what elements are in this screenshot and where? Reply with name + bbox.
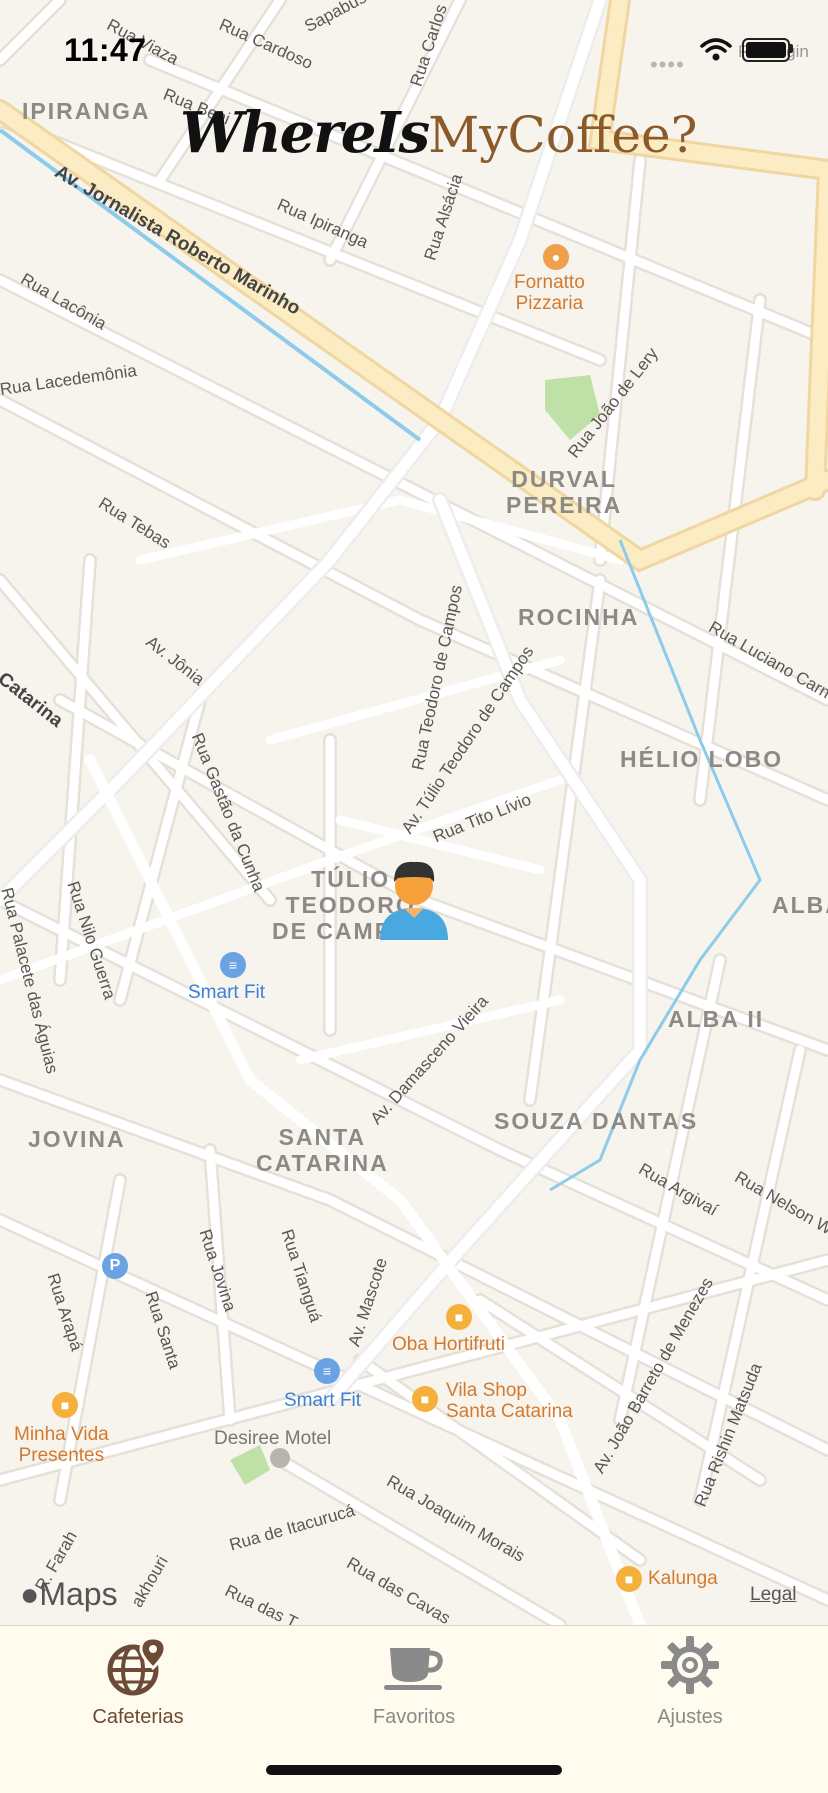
neighborhood-durval-pereira: DURVAL PEREIRA [506, 466, 623, 518]
grocery-pin-icon[interactable]: ■ [446, 1304, 472, 1330]
neighborhood-rocinha: ROCINHA [518, 604, 640, 630]
gear-icon [659, 1634, 721, 1701]
poi-vila-shop[interactable]: Vila Shop Santa Catarina [446, 1380, 573, 1422]
app-title: WhereIsMyCoffee? [180, 98, 697, 170]
neighborhood-ipiranga: IPIRANGA [22, 98, 151, 124]
tab-favoritos[interactable]: Favoritos [276, 1626, 552, 1746]
coffee-cup-icon [382, 1644, 446, 1697]
apple-maps-logo: ●Maps [20, 1576, 118, 1612]
tab-ajustes[interactable]: Ajustes [552, 1626, 828, 1746]
motel-pin-icon[interactable] [270, 1448, 290, 1468]
neighborhood-helio-lobo: HÉLIO LOBO [620, 746, 784, 772]
home-indicator[interactable] [266, 1765, 562, 1775]
neighborhood-souza-dantas: SOUZA DANTAS [494, 1108, 699, 1134]
neighborhood-alba-ii: ALBA II [668, 1006, 765, 1032]
parking-pin-icon[interactable]: P [102, 1253, 128, 1279]
battery-icon [742, 38, 790, 62]
poi-minha-vida[interactable]: Minha Vida Presentes [14, 1424, 109, 1466]
neighborhood-jovina: JOVINA [28, 1126, 126, 1152]
legal-link[interactable]: Legal [750, 1584, 797, 1606]
shop-pin-icon[interactable]: ■ [616, 1566, 642, 1592]
app-title-part2: MyCoffee? [428, 106, 698, 164]
globe-pin-icon [107, 1634, 169, 1701]
tab-ajustes-label: Ajustes [657, 1706, 723, 1728]
pizza-pin-icon[interactable]: ● [543, 244, 569, 270]
apple-logo-icon: ● [20, 1576, 40, 1612]
app-title-part1: WhereIs [180, 100, 430, 166]
gym-pin-icon[interactable]: ≡ [220, 952, 246, 978]
map-view[interactable]: IPIRANGA DURVAL PEREIRA ROCINHA HÉLIO LO… [0, 0, 828, 1625]
wifi-icon [700, 38, 732, 67]
tab-cafeterias[interactable]: Cafeterias [0, 1626, 276, 1746]
poi-smart-fit-1[interactable]: Smart Fit [188, 982, 265, 1004]
cellular-signal-icon: •••• [650, 52, 685, 77]
battery-cap [790, 44, 793, 53]
tab-cafeterias-label: Cafeterias [92, 1706, 184, 1728]
status-time: 11:47 [64, 32, 147, 68]
tab-favoritos-label: Favoritos [372, 1706, 456, 1728]
poi-oba-hortifruti[interactable]: Oba Hortifruti [392, 1334, 505, 1355]
neighborhood-santa-catarina: SANTA CATARINA [256, 1124, 389, 1176]
poi-desiree-motel[interactable]: Desiree Motel [214, 1428, 331, 1450]
shop-pin-icon[interactable]: ■ [412, 1386, 438, 1412]
gym-pin-icon[interactable]: ≡ [314, 1358, 340, 1384]
poi-smart-fit-2[interactable]: Smart Fit [284, 1390, 361, 1412]
poi-kalunga[interactable]: Kalunga [648, 1568, 718, 1589]
poi-fornatto-pizzaria[interactable]: Fornatto Pizzaria [514, 272, 585, 314]
status-bar: 11:47 •••• [0, 0, 828, 96]
user-avatar-icon[interactable] [376, 856, 452, 940]
neighborhood-alba: ALBA [772, 892, 828, 918]
shop-pin-icon[interactable]: ■ [52, 1392, 78, 1418]
